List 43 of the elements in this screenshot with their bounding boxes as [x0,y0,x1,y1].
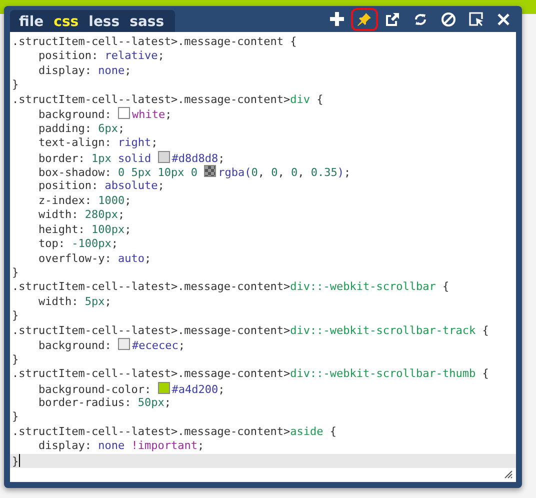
tab[interactable]: css [48,14,84,30]
code-line: } [11,309,20,324]
code-line: .structItem-cell--latest>.message-content>div::-webkit-scrollbar { [11,280,450,295]
code-line: border: 1px solid #d8d8d8; [37,150,226,165]
code-line: z-index: 1000; [37,194,132,208]
code-line: display: none !important; [37,439,206,454]
code-line: .structItem-cell--latest>.message-content>aside { [11,424,338,440]
code-line: } [11,352,20,368]
plus-icon [330,12,344,26]
tab[interactable]: sass [124,14,170,30]
close-icon [497,12,510,26]
code-line: .structItem-cell--latest>.message-content>div::-webkit-scrollbar-track { [11,324,490,338]
code-line: height: 100px; [37,222,132,238]
code-line: border-radius: 50px; [37,396,172,410]
code-line: background: #ececec; [37,338,186,353]
code-line: background: white; [37,107,173,122]
code-line: } [11,266,20,280]
code-line: .structItem-cell--latest>.message-content>div::-webkit-scrollbar-thumb { [11,367,490,382]
code-line: } [11,410,20,425]
code-line: display: none; [37,64,132,78]
code-line: background-color: #a4d200; [37,382,226,396]
code-line: width: 5px; [37,294,112,310]
transparent-swatch [204,164,216,177]
code-line: padding: 6px; [37,122,126,136]
code-line: position: absolute; [37,179,166,194]
block-icon [441,12,456,26]
refresh-icon [413,12,428,26]
code-line: } [11,78,20,93]
tab[interactable]: less [84,14,125,30]
code-line: top: -100px; [37,237,119,252]
code-line: width: 280px; [37,208,126,223]
code-line: text-align: right; [37,136,159,150]
code-line: position: relative; [37,49,166,64]
pin-icon [357,12,372,26]
code-line: overflow-y: auto; [37,252,152,266]
resize-grip-icon[interactable] [504,470,513,479]
code-line: .structItem-cell--latest>.message-content>div { [11,92,324,108]
cursor-select-icon [469,12,484,26]
code-line: box-shadow: 0 5px 10px 0 rgba(0, 0, 0, 0.35); [37,164,352,180]
code-line: .structItem-cell--latest>.message-content { [11,35,298,50]
tab[interactable]: file [14,14,49,30]
highlighted-tool-button[interactable] [351,8,378,30]
export-icon [385,12,400,26]
